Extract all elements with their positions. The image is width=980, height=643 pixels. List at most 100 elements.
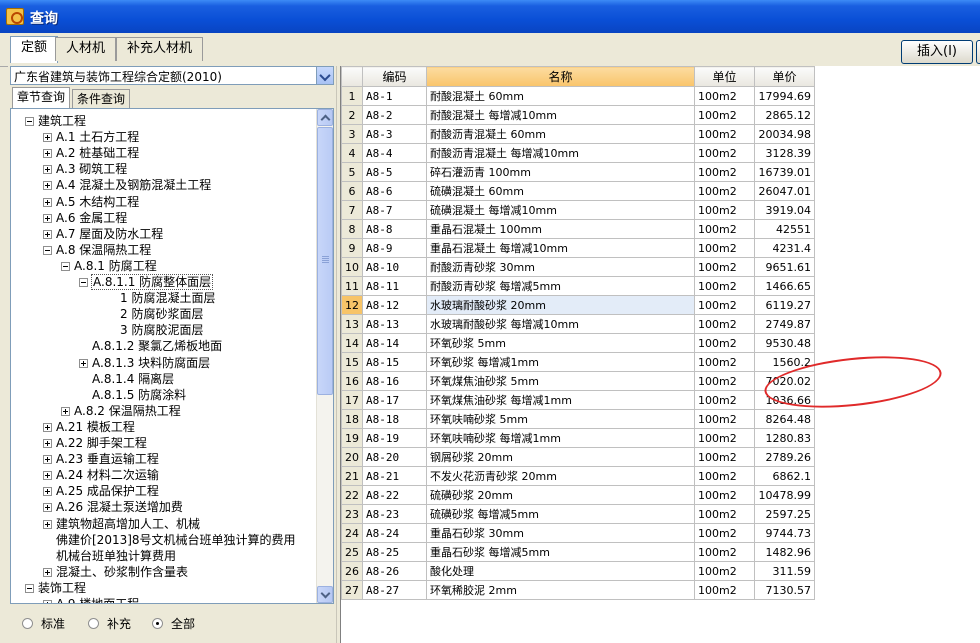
tab-quota[interactable]: 定额 — [10, 36, 59, 63]
tree-node[interactable]: 1 防腐混凝土面层 — [119, 290, 216, 306]
header-code[interactable]: 编码 — [362, 66, 427, 87]
expand-plus-icon[interactable] — [43, 213, 52, 223]
tree-node[interactable]: A.3 砌筑工程 — [55, 161, 128, 177]
tree-scrollbar[interactable] — [316, 109, 333, 603]
table-row[interactable]: 12 A8-12 水玻璃耐酸砂浆 20mm 100m2 6119.27 — [341, 295, 815, 315]
tree-node[interactable]: A.8.1.1 防腐整体面层 — [91, 274, 214, 290]
scroll-down-icon[interactable] — [317, 586, 333, 603]
table-row[interactable]: 10 A8-10 耐酸沥青砂浆 30mm 100m2 9651.61 — [341, 257, 815, 277]
expand-plus-icon[interactable] — [43, 149, 52, 159]
tree-node[interactable]: A.21 模板工程 — [55, 419, 136, 435]
tree-node[interactable]: A.26 混凝土泵送增加费 — [55, 499, 184, 515]
row-number-cell: 4 — [341, 143, 363, 163]
table-row[interactable]: 2 A8-2 耐酸混凝土 每增减10mm 100m2 2865.12 — [341, 105, 815, 125]
table-row[interactable]: 18 A8-18 环氧呋喃砂浆 5mm 100m2 8264.48 — [341, 409, 815, 429]
expand-plus-icon[interactable] — [43, 455, 52, 465]
scroll-thumb[interactable] — [317, 127, 333, 395]
tab-labor-material-machine[interactable]: 人材机 — [55, 37, 117, 61]
expand-plus-icon[interactable] — [43, 471, 52, 481]
tree-node[interactable]: 3 防腐胶泥面层 — [119, 322, 204, 338]
tree-node[interactable]: A.4 混凝土及钢筋混凝土工程 — [55, 177, 212, 193]
expand-plus-icon[interactable] — [43, 133, 52, 143]
table-row[interactable]: 22 A8-22 硫磺砂浆 20mm 100m2 10478.99 — [341, 485, 815, 505]
tab-condition-query[interactable]: 条件查询 — [72, 89, 131, 108]
expand-plus-icon[interactable] — [43, 439, 52, 448]
table-row[interactable]: 26 A8-26 酸化处理 100m2 311.59 — [341, 561, 815, 581]
table-row[interactable]: 15 A8-15 环氧砂浆 每增减1mm 100m2 1560.2 — [341, 352, 815, 372]
tree-node[interactable]: A.23 垂直运输工程 — [55, 451, 160, 467]
expand-plus-icon[interactable] — [61, 406, 70, 416]
tree-node[interactable]: A.8.1.3 块料防腐面层 — [91, 355, 211, 371]
tree-node[interactable]: A.1 土石方工程 — [55, 129, 140, 145]
table-row[interactable]: 27 A8-27 环氧稀胶泥 2mm 100m2 7130.57 — [341, 580, 815, 600]
tree-node[interactable]: 机械台班单独计算费用 — [55, 548, 177, 564]
table-row[interactable]: 24 A8-24 重晶石砂浆 30mm 100m2 9744.73 — [341, 523, 815, 543]
tree-node[interactable]: A.8.1 防腐工程 — [73, 258, 158, 274]
tree-node[interactable]: A.25 成品保护工程 — [55, 483, 160, 499]
tree-node[interactable]: A.6 金属工程 — [55, 210, 128, 226]
table-row[interactable]: 16 A8-16 环氧煤焦油砂浆 5mm 100m2 7020.02 — [341, 371, 815, 391]
expand-plus-icon[interactable] — [43, 229, 52, 239]
expand-plus-icon[interactable] — [79, 358, 88, 368]
tree-node[interactable]: A.7 屋面及防水工程 — [55, 226, 164, 242]
expand-plus-icon[interactable] — [43, 165, 52, 175]
tree-node[interactable]: A.8.2 保温隔热工程 — [73, 403, 182, 419]
expand-plus-icon[interactable] — [43, 567, 52, 577]
tree-node[interactable]: A.2 桩基础工程 — [55, 145, 140, 161]
table-row[interactable]: 5 A8-5 碎石灌沥青 100mm 100m2 16739.01 — [341, 162, 815, 182]
table-row[interactable]: 13 A8-13 水玻璃耐酸砂浆 每增减10mm 100m2 2749.87 — [341, 314, 815, 334]
tab-chapter-query[interactable]: 章节查询 — [12, 87, 71, 108]
table-row[interactable]: 14 A8-14 环氧砂浆 5mm 100m2 9530.48 — [341, 333, 815, 353]
tree-node[interactable]: A.9 楼地面工程 — [55, 596, 140, 603]
table-row[interactable]: 11 A8-11 耐酸沥青砂浆 每增减5mm 100m2 1466.65 — [341, 276, 815, 296]
table-row[interactable]: 8 A8-8 重晶石混凝土 100mm 100m2 42551 — [341, 219, 815, 239]
table-row[interactable]: 25 A8-25 重晶石砂浆 每增减5mm 100m2 1482.96 — [341, 542, 815, 562]
table-row[interactable]: 6 A8-6 硫磺混凝土 60mm 100m2 26047.01 — [341, 181, 815, 201]
expand-plus-icon[interactable] — [43, 600, 52, 603]
expand-plus-icon[interactable] — [43, 503, 52, 513]
collapse-minus-icon[interactable] — [25, 117, 34, 126]
table-row[interactable]: 19 A8-19 环氧呋喃砂浆 每增减1mm 100m2 1280.83 — [341, 428, 815, 448]
expand-plus-icon[interactable] — [43, 519, 52, 529]
collapse-minus-icon[interactable] — [79, 278, 88, 287]
tree-node[interactable]: A.8.1.5 防腐涂料 — [91, 387, 187, 403]
expand-plus-icon[interactable] — [43, 197, 52, 207]
tab-supplement-labor-material-machine[interactable]: 补充人材机 — [116, 37, 204, 61]
collapse-minus-icon[interactable] — [61, 261, 70, 271]
tree-node[interactable]: 2 防腐砂浆面层 — [119, 306, 204, 322]
tree-node[interactable]: 装饰工程 — [37, 580, 87, 596]
tree-node[interactable]: A.22 脚手架工程 — [55, 435, 148, 451]
table-row[interactable]: 3 A8-3 耐酸沥青混凝土 60mm 100m2 20034.98 — [341, 124, 815, 144]
tree-node[interactable]: 混凝土、砂浆制作含量表 — [55, 564, 189, 580]
tree-node[interactable]: A.8 保温隔热工程 — [55, 242, 152, 258]
collapse-minus-icon[interactable] — [25, 583, 34, 593]
tree-node[interactable]: A.8.1.4 隔离层 — [91, 371, 175, 387]
expand-plus-icon[interactable] — [43, 487, 52, 497]
tree-node[interactable]: A.5 木结构工程 — [55, 194, 140, 210]
tree-node[interactable]: 建筑工程 — [37, 113, 87, 129]
tree-node[interactable]: A.24 材料二次运输 — [55, 467, 160, 483]
clipped-button[interactable] — [976, 40, 980, 64]
table-row[interactable]: 23 A8-23 硫磺砂浆 每增减5mm 100m2 2597.25 — [341, 504, 815, 524]
table-row[interactable]: 4 A8-4 耐酸沥青混凝土 每增减10mm 100m2 3128.39 — [341, 143, 815, 163]
expand-plus-icon[interactable] — [43, 181, 52, 191]
table-row[interactable]: 7 A8-7 硫磺混凝土 每增减10mm 100m2 3919.04 — [341, 200, 815, 220]
header-name[interactable]: 名称 — [426, 66, 695, 87]
chevron-down-icon[interactable] — [316, 67, 333, 84]
tree-node[interactable]: A.8.1.2 聚氯乙烯板地面 — [91, 338, 223, 354]
header-unit[interactable]: 单位 — [694, 66, 755, 87]
expand-plus-icon[interactable] — [43, 422, 52, 432]
table-row[interactable]: 21 A8-21 不发火花沥青砂浆 20mm 100m2 6862.1 — [341, 466, 815, 486]
table-row[interactable]: 1 A8-1 耐酸混凝土 60mm 100m2 17994.69 — [341, 86, 815, 106]
table-row[interactable]: 20 A8-20 钢屑砂浆 20mm 100m2 2789.26 — [341, 447, 815, 467]
scroll-up-icon[interactable] — [317, 109, 333, 126]
table-row[interactable]: 9 A8-9 重晶石混凝土 每增减10mm 100m2 4231.4 — [341, 238, 815, 258]
tree-node[interactable]: 建筑物超高增加人工、机械 — [55, 516, 201, 532]
tree-node-label: A.8.1.4 隔离层 — [92, 371, 175, 386]
header-unit-price[interactable]: 单价 — [754, 66, 815, 87]
table-row[interactable]: 17 A8-17 环氧煤焦油砂浆 每增减1mm 100m2 1036.66 — [341, 390, 815, 410]
collapse-minus-icon[interactable] — [43, 245, 52, 255]
insert-button[interactable]: 插入(I) — [901, 40, 973, 64]
quota-library-select[interactable]: 广东省建筑与装饰工程综合定额(2010) — [10, 66, 334, 85]
tree-node[interactable]: 佛建价[2013]8号文机械台班单独计算的费用 — [55, 532, 297, 548]
